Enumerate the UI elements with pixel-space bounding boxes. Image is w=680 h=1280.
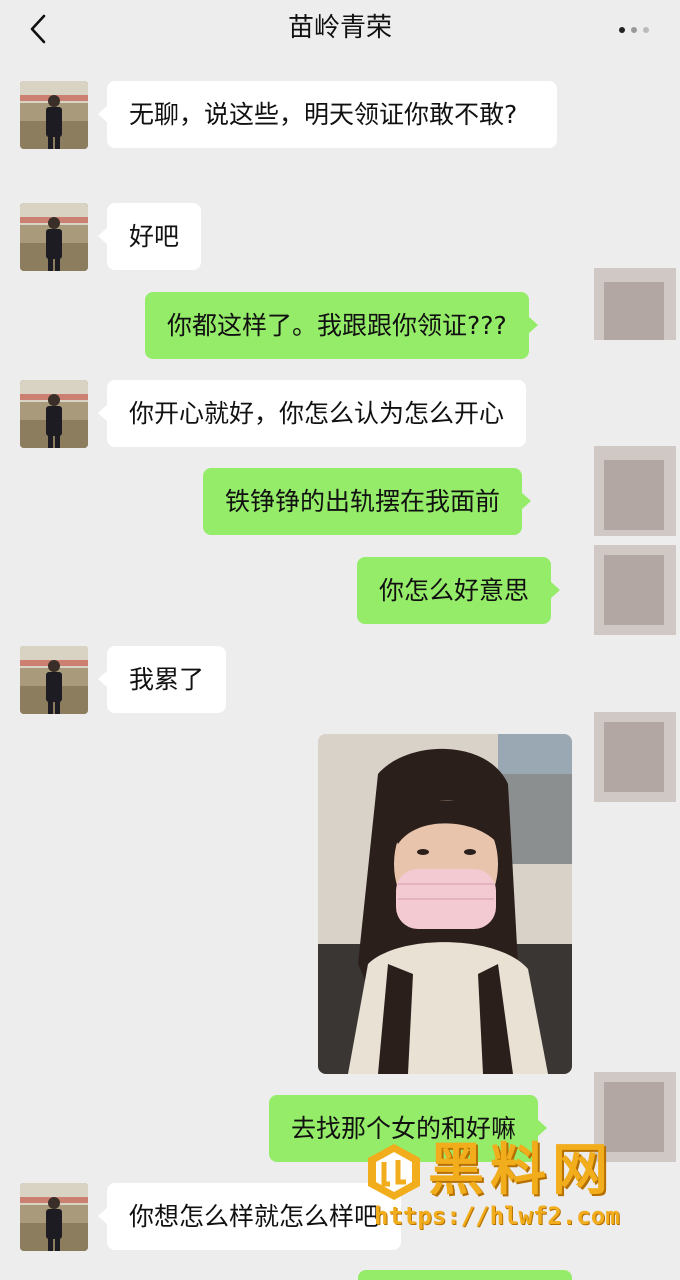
self-avatar-blurred[interactable]	[590, 712, 680, 802]
self-avatar-blurred[interactable]	[590, 545, 680, 635]
contact-avatar[interactable]	[20, 81, 88, 149]
watermark-logo-icon	[364, 1142, 424, 1202]
message-bubble-received[interactable]: 好吧	[97, 203, 202, 270]
message-bubble-received[interactable]: 你想怎么样就怎么样吧	[97, 1183, 402, 1250]
watermark-brand: 黑料网	[428, 1138, 614, 1203]
message-bubble-sent-partial[interactable]	[358, 1270, 572, 1280]
message-bubble-sent[interactable]: 你怎么好意思	[357, 557, 561, 624]
contact-avatar[interactable]	[20, 646, 88, 714]
contact-avatar[interactable]	[20, 203, 88, 271]
message-bubble-received[interactable]: 你开心就好，你怎么认为怎么开心	[97, 380, 527, 447]
contact-avatar[interactable]	[20, 380, 88, 448]
chat-header: 苗岭青荣	[0, 0, 680, 58]
message-bubble-received[interactable]: 我累了	[97, 646, 227, 713]
photo-message[interactable]	[318, 734, 572, 1074]
self-avatar-blurred[interactable]	[590, 440, 680, 540]
more-dots-icon[interactable]	[616, 22, 656, 36]
site-watermark: 黑料网 https://hlwf2.com	[364, 1138, 654, 1238]
chat-title: 苗岭青荣	[287, 13, 392, 43]
contact-avatar[interactable]	[20, 1183, 88, 1251]
self-avatar-blurred[interactable]	[590, 262, 680, 340]
message-bubble-sent[interactable]: 你都这样了。我跟跟你领证???	[145, 292, 538, 359]
watermark-url: https://hlwf2.com	[374, 1202, 620, 1230]
message-bubble-sent[interactable]: 铁铮铮的出轨摆在我面前	[203, 468, 532, 535]
message-bubble-received[interactable]: 无聊，说这些，明天领证你敢不敢?	[98, 81, 557, 148]
